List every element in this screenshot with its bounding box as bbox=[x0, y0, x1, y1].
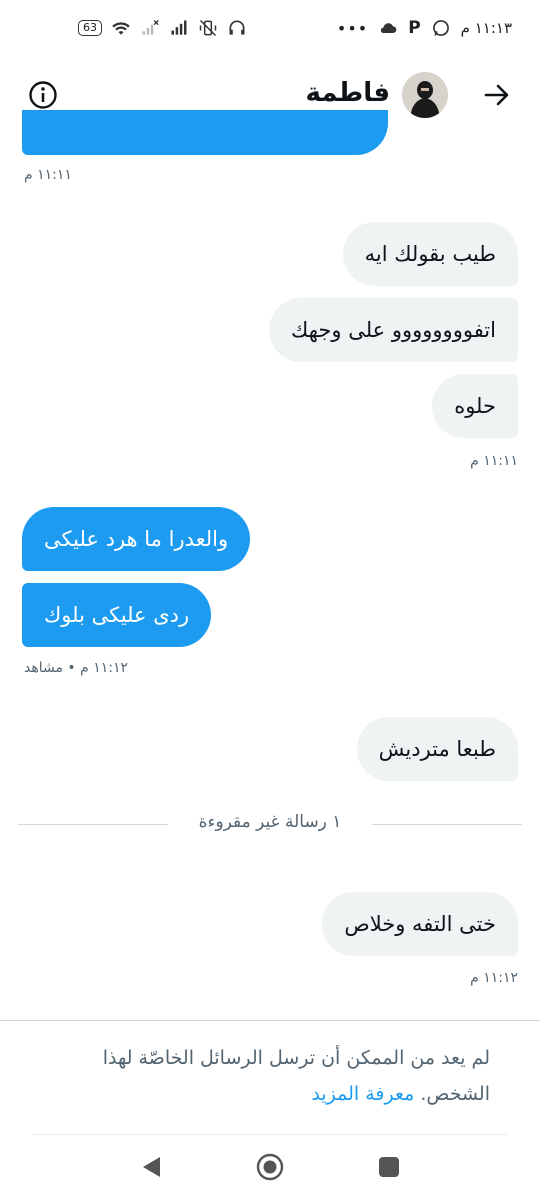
notice-text: لم يعد من الممكن أن ترسل الرسائل الخاصّة… bbox=[102, 1047, 490, 1105]
headphones-icon bbox=[229, 20, 245, 35]
message-timestamp: ١١:١٢ م bbox=[470, 970, 518, 986]
message-timestamp: ١١:١١ م bbox=[470, 453, 518, 469]
nav-recent-apps-icon[interactable] bbox=[378, 1156, 400, 1178]
wifi-icon bbox=[112, 22, 130, 35]
notice-separator bbox=[0, 1020, 540, 1021]
learn-more-link[interactable]: معرفة المزيد bbox=[311, 1083, 414, 1105]
avatar-image bbox=[402, 72, 448, 118]
info-icon[interactable] bbox=[28, 80, 58, 110]
status-time: ١١:١٣ م bbox=[460, 19, 512, 37]
message-timestamp-seen: ١١:١٢ م • مشاهد bbox=[24, 660, 129, 676]
signal-off-icon bbox=[142, 20, 159, 35]
cloud-icon bbox=[381, 23, 397, 33]
unread-divider-label: ١ رسالة غير مقروءة bbox=[198, 812, 342, 832]
received-message[interactable]: ختى التفه وخلاص bbox=[322, 892, 518, 956]
more-dots-icon: ••• bbox=[336, 18, 369, 38]
received-message[interactable]: طيب بقولك ايه bbox=[342, 222, 518, 286]
vibrate-off-icon bbox=[199, 19, 217, 37]
received-message[interactable]: اتفوووووووو على وجهك bbox=[269, 298, 518, 362]
signal-icon bbox=[171, 20, 187, 35]
navbar-separator bbox=[32, 1134, 508, 1135]
avatar[interactable] bbox=[402, 72, 448, 118]
sent-bubble-partial[interactable] bbox=[22, 110, 388, 155]
status-bar-right: ••• P ١١:١٣ م bbox=[337, 18, 512, 38]
message-timestamp: ١١:١١ م bbox=[24, 167, 72, 183]
status-bar: 63 ••• P ١١:١٣ م bbox=[0, 0, 540, 60]
contact-name[interactable]: فاطمة bbox=[306, 78, 390, 108]
nav-back-icon[interactable] bbox=[140, 1154, 164, 1180]
whatsapp-icon bbox=[432, 20, 449, 36]
received-message[interactable]: حلوه bbox=[432, 374, 518, 438]
unread-divider-line bbox=[372, 824, 522, 825]
sent-message[interactable]: ردى عليكى بلوك bbox=[22, 583, 212, 647]
status-bar-left: 63 bbox=[78, 18, 247, 38]
back-arrow-icon[interactable] bbox=[482, 80, 512, 110]
nav-home-icon[interactable] bbox=[256, 1153, 284, 1181]
received-message[interactable]: طبعا متردیش bbox=[356, 717, 518, 781]
sent-message[interactable]: والعدرا ما هرد عليكى bbox=[22, 507, 251, 571]
unread-divider-line bbox=[18, 824, 168, 825]
parking-icon: P bbox=[408, 18, 421, 38]
battery-indicator: 63 bbox=[78, 20, 102, 36]
dm-unavailable-notice: لم يعد من الممكن أن ترسل الرسائل الخاصّة… bbox=[40, 1040, 490, 1112]
